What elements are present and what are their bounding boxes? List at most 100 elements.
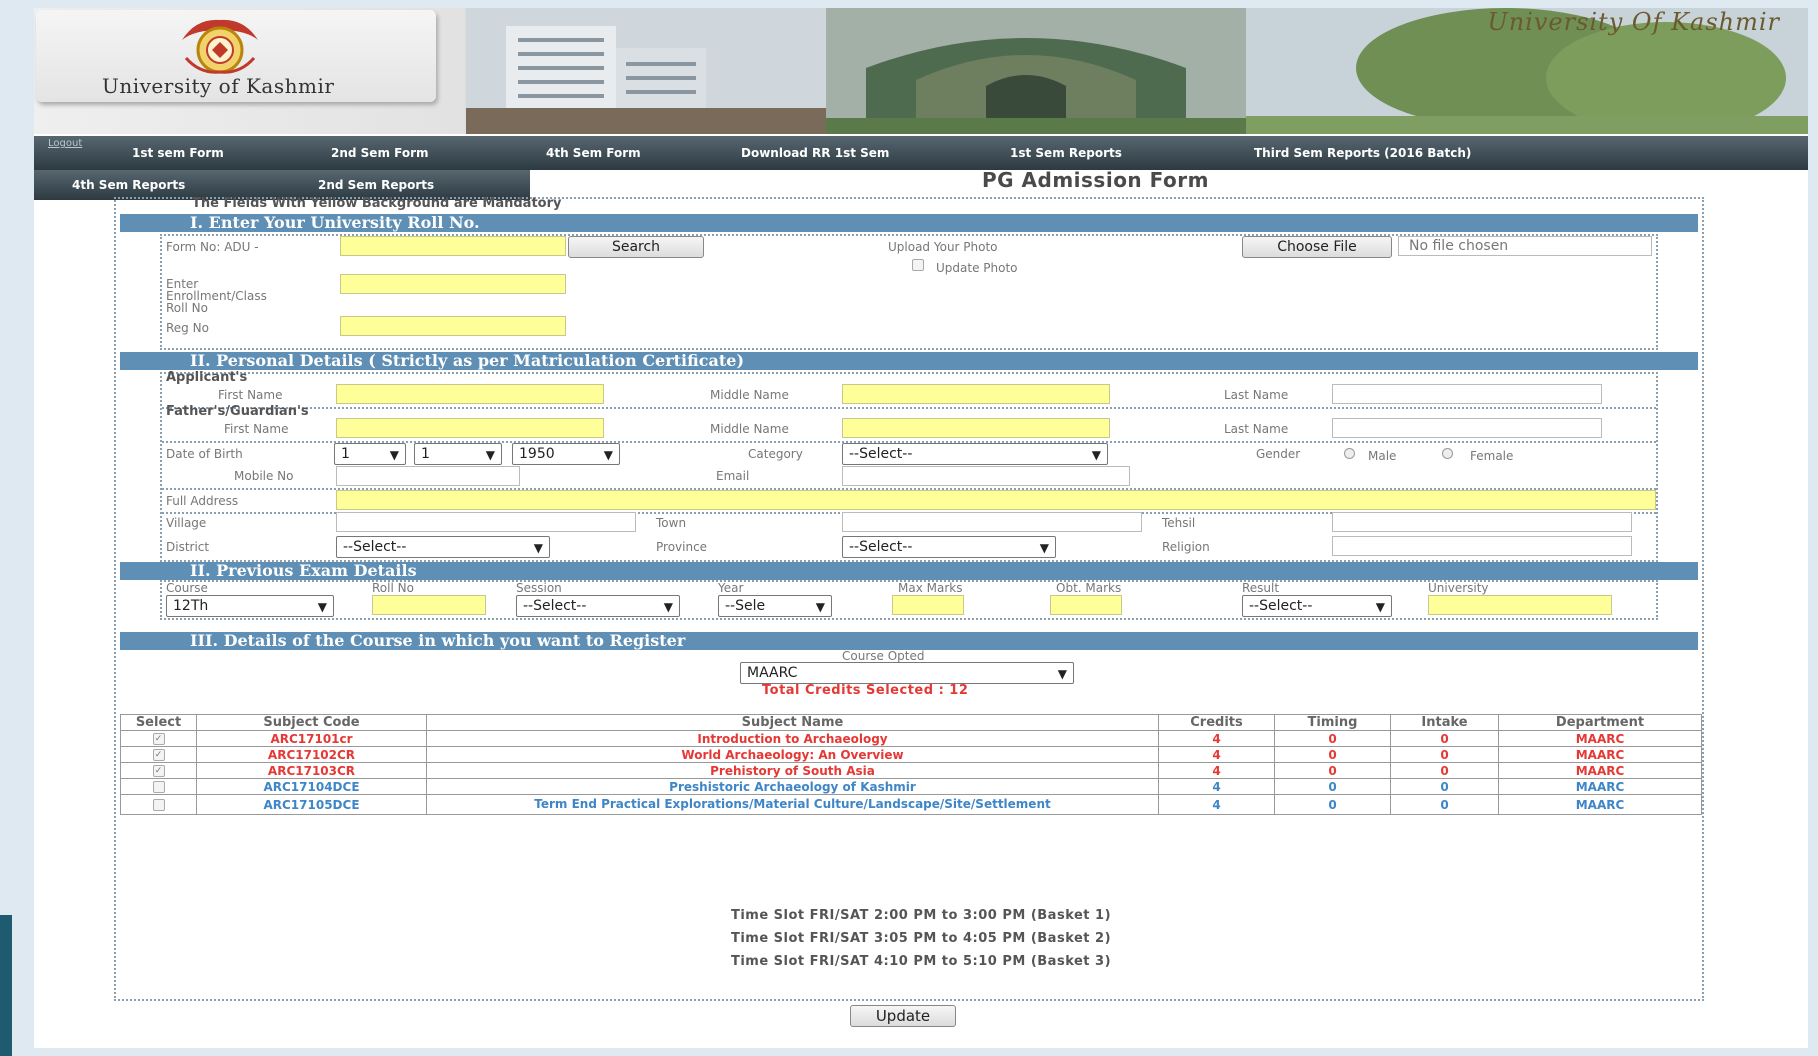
- father-first-name-input[interactable]: [336, 418, 604, 438]
- applicant-last-name-input[interactable]: [1332, 384, 1602, 404]
- obt-marks-label: Obt. Marks: [1056, 581, 1122, 595]
- gender-male-radio[interactable]: [1344, 448, 1355, 459]
- logout-link[interactable]: Logout: [48, 138, 82, 149]
- religion-label: Religion: [1162, 540, 1210, 554]
- roll-no-label: Roll No: [372, 581, 414, 595]
- dob-year-select[interactable]: 1950 ▼: [512, 443, 620, 465]
- gender-female-radio[interactable]: [1442, 448, 1453, 459]
- credits: 4: [1158, 778, 1275, 795]
- header-credits: Credits: [1158, 714, 1275, 731]
- subject-checkbox[interactable]: ✓: [152, 733, 165, 745]
- email-label: Email: [716, 469, 750, 483]
- dob-label: Date of Birth: [166, 447, 243, 461]
- max-marks-input[interactable]: [892, 595, 964, 615]
- time-slot-2: Time Slot FRI/SAT 3:05 PM to 4:05 PM (Ba…: [730, 931, 1112, 946]
- year-value: --Sele: [725, 598, 766, 614]
- enrollment-input[interactable]: [340, 274, 566, 294]
- subject-checkbox[interactable]: [152, 781, 165, 793]
- nav-4th-sem-reports[interactable]: 4th Sem Reports: [72, 178, 185, 192]
- timing: 0: [1274, 746, 1391, 763]
- search-button[interactable]: Search: [568, 236, 704, 258]
- result-label: Result: [1242, 581, 1280, 595]
- form-no-input[interactable]: [340, 236, 566, 256]
- department: MAARC: [1498, 746, 1702, 763]
- obt-marks-input[interactable]: [1050, 595, 1122, 615]
- result-select[interactable]: --Select-- ▼: [1242, 595, 1392, 617]
- chevron-down-icon: ▼: [1039, 541, 1049, 555]
- email-input[interactable]: [842, 466, 1130, 486]
- applicant-first-name-input[interactable]: [336, 384, 604, 404]
- update-photo-checkbox[interactable]: [912, 259, 924, 271]
- chevron-down-icon: ▼: [317, 600, 327, 614]
- exam-roll-no-input[interactable]: [372, 595, 486, 615]
- subject-checkbox[interactable]: [152, 799, 165, 811]
- department: MAARC: [1498, 778, 1702, 795]
- section-previous-exam-heading: II. Previous Exam Details: [120, 562, 1698, 580]
- credits: 4: [1158, 730, 1275, 747]
- dob-day-select[interactable]: 1 ▼: [334, 443, 406, 465]
- mobile-input[interactable]: [336, 466, 520, 486]
- divider: [162, 407, 1656, 409]
- address-input[interactable]: [336, 490, 1656, 510]
- credits: 4: [1158, 746, 1275, 763]
- nav-1st-sem-reports[interactable]: 1st Sem Reports: [1010, 146, 1122, 160]
- category-value: --Select--: [849, 446, 913, 462]
- total-credits: Total Credits Selected : 12: [762, 683, 969, 698]
- session-label: Session: [516, 581, 562, 595]
- nav-2nd-sem-form[interactable]: 2nd Sem Form: [331, 146, 429, 160]
- no-file-text: No file chosen: [1398, 236, 1652, 256]
- father-last-name-input[interactable]: [1332, 418, 1602, 438]
- chevron-down-icon: ▼: [485, 448, 495, 462]
- nav-third-sem-reports[interactable]: Third Sem Reports (2016 Batch): [1254, 146, 1471, 160]
- dob-year-value: 1950: [519, 446, 555, 462]
- mobile-label: Mobile No: [234, 469, 294, 483]
- choose-file-button[interactable]: Choose File: [1242, 236, 1392, 258]
- dob-month-select[interactable]: 1 ▼: [414, 443, 502, 465]
- address-label: Full Address: [166, 494, 239, 508]
- department: MAARC: [1498, 730, 1702, 747]
- subject-checkbox[interactable]: ✓: [152, 749, 165, 761]
- chevron-down-icon: ▼: [389, 448, 399, 462]
- father-middle-name-input[interactable]: [842, 418, 1110, 438]
- intake: 0: [1390, 730, 1499, 747]
- religion-input[interactable]: [1332, 536, 1632, 556]
- session-select[interactable]: --Select-- ▼: [516, 595, 680, 617]
- course-select[interactable]: 12Th ▼: [166, 595, 334, 617]
- course-value: 12Th: [173, 598, 209, 614]
- applicant-middle-name-input[interactable]: [842, 384, 1110, 404]
- update-photo-label: Update Photo: [936, 261, 1018, 275]
- subject-name: Prehistory of South Asia: [426, 762, 1159, 779]
- section-personal-heading: II. Personal Details ( Strictly as per M…: [120, 352, 1698, 370]
- course-opted-select[interactable]: MAARC ▼: [740, 662, 1074, 684]
- reg-no-input[interactable]: [340, 316, 566, 336]
- nav-download-rr[interactable]: Download RR 1st Sem: [741, 146, 889, 160]
- update-button[interactable]: Update: [850, 1005, 956, 1027]
- select-cell: ✓: [120, 762, 197, 779]
- subject-code: ARC17105DCE: [196, 794, 427, 815]
- district-select[interactable]: --Select-- ▼: [336, 536, 550, 558]
- province-select[interactable]: --Select-- ▼: [842, 536, 1056, 558]
- nav-2nd-sem-reports[interactable]: 2nd Sem Reports: [318, 178, 434, 192]
- village-label: Village: [166, 516, 207, 530]
- town-input[interactable]: [842, 512, 1142, 532]
- gender-female-label: Female: [1470, 449, 1514, 463]
- village-input[interactable]: [336, 512, 636, 532]
- subject-name: Term End Practical Explorations/Material…: [426, 794, 1159, 815]
- province-value: --Select--: [849, 539, 913, 555]
- tehsil-input[interactable]: [1332, 512, 1632, 532]
- tehsil-label: Tehsil: [1162, 516, 1196, 530]
- header-timing: Timing: [1274, 714, 1391, 731]
- nav-1st-sem-form[interactable]: 1st sem Form: [132, 146, 224, 160]
- university-input[interactable]: [1428, 595, 1612, 615]
- year-select[interactable]: --Sele ▼: [718, 595, 832, 617]
- session-value: --Select--: [523, 598, 587, 614]
- nav-4th-sem-form[interactable]: 4th Sem Form: [546, 146, 641, 160]
- subject-checkbox[interactable]: ✓: [152, 765, 165, 777]
- subject-code: ARC17103CR: [196, 762, 427, 779]
- upload-photo-label: Upload Your Photo: [888, 240, 998, 254]
- department: MAARC: [1498, 794, 1702, 815]
- category-select[interactable]: --Select-- ▼: [842, 443, 1108, 465]
- credits: 4: [1158, 762, 1275, 779]
- category-label: Category: [748, 447, 803, 461]
- province-label: Province: [656, 540, 708, 554]
